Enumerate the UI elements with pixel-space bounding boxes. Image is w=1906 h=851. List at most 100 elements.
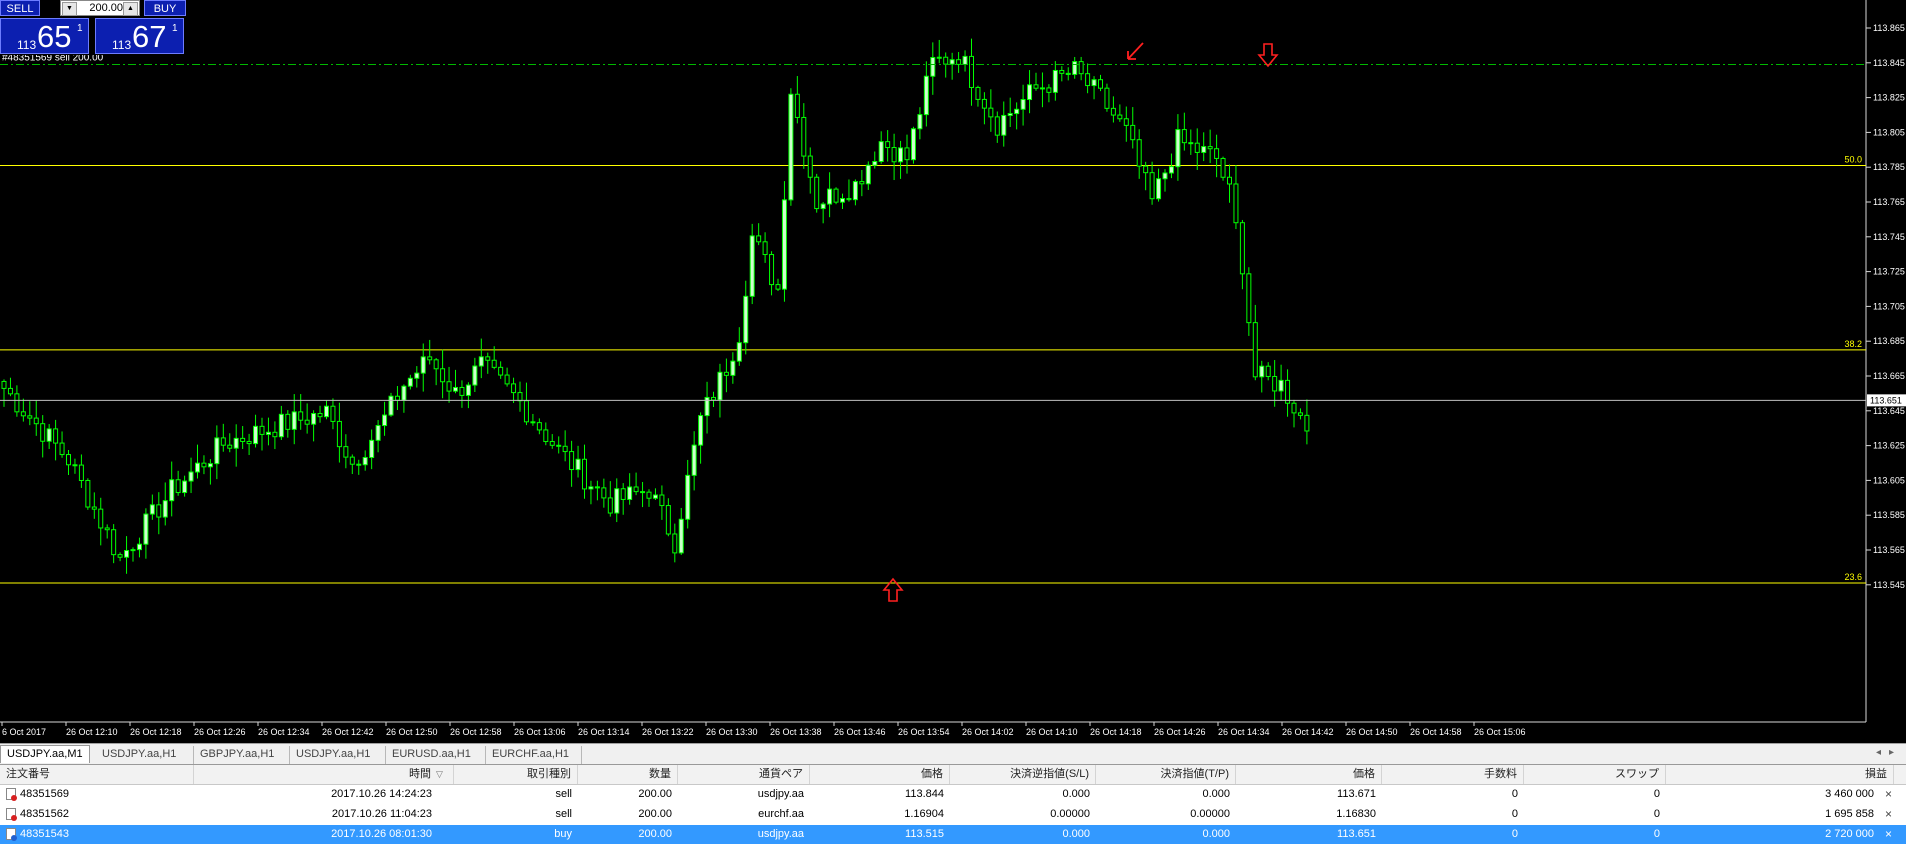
close-position-icon[interactable]: × bbox=[1885, 785, 1892, 804]
sell-price-fraction: 1 bbox=[77, 23, 83, 34]
table-row[interactable]: 48351543 2017.10.26 08:01:30 buy 200.00 … bbox=[0, 825, 1906, 844]
candle bbox=[910, 126, 916, 164]
sl-cell[interactable]: 0.000 bbox=[950, 825, 1096, 844]
swap-cell: 0 bbox=[1653, 828, 1660, 840]
tab-usdjpy-h1-2[interactable]: USDJPY.aa,H1 bbox=[290, 746, 386, 764]
chart-background bbox=[0, 0, 1906, 742]
candle bbox=[388, 392, 394, 417]
tab-eurchf-h1[interactable]: EURCHF.aa,H1 bbox=[486, 746, 582, 764]
close-position-icon[interactable]: × bbox=[1885, 805, 1892, 824]
price-tick-label: 113.785 bbox=[1873, 162, 1905, 172]
time-tick-label: 26 Oct 12:58 bbox=[450, 727, 502, 737]
tab-usdjpy-m1[interactable]: USDJPY.aa,M1 bbox=[0, 745, 90, 763]
commission-cell: 0 bbox=[1511, 788, 1518, 800]
tab-usdjpy-h1[interactable]: USDJPY.aa,H1 bbox=[96, 746, 194, 764]
tab-gbpjpy-h1[interactable]: GBPJPY.aa,H1 bbox=[194, 746, 290, 764]
tp-cell[interactable]: 0.000 bbox=[1096, 785, 1236, 804]
fib-level-label: 50.0 bbox=[1844, 154, 1862, 164]
ticket-cell: 48351569 bbox=[0, 785, 194, 804]
table-row[interactable]: 48351562 2017.10.26 11:04:23 sell 200.00… bbox=[0, 805, 1906, 824]
time-tick-label: 26 Oct 13:14 bbox=[578, 727, 630, 737]
price-tick-label: 113.545 bbox=[1873, 580, 1905, 590]
price-tick-label: 113.685 bbox=[1873, 336, 1905, 346]
profit-cell: 1 695 858 bbox=[1825, 808, 1874, 820]
commission-cell: 0 bbox=[1511, 828, 1518, 840]
sl-cell[interactable]: 0.00000 bbox=[950, 805, 1096, 824]
time-cell: 2017.10.26 14:24:23 bbox=[331, 788, 432, 800]
time-tick-label: 26 Oct 12:10 bbox=[66, 727, 118, 737]
current-price-cell: 1.16830 bbox=[1336, 808, 1376, 820]
commission-cell: 0 bbox=[1511, 808, 1518, 820]
current-price-cell: 113.651 bbox=[1337, 828, 1376, 840]
lot-increase-icon[interactable]: ▲ bbox=[123, 2, 138, 16]
candle bbox=[788, 88, 794, 206]
time-tick-label: 26 Oct 14:18 bbox=[1090, 727, 1142, 737]
price-tick-label: 113.665 bbox=[1873, 371, 1905, 381]
col-commission[interactable]: 手数料 bbox=[1382, 765, 1524, 784]
price-tick-label: 113.845 bbox=[1873, 58, 1905, 68]
tp-cell[interactable]: 0.00000 bbox=[1096, 805, 1236, 824]
col-type[interactable]: 取引種別 bbox=[454, 765, 578, 784]
one-click-trading-panel: SELL ▼ 200.00 ▲ BUY 113 65 1 113 67 1 bbox=[0, 0, 186, 55]
time-tick-label: 26 Oct 12:42 bbox=[322, 727, 374, 737]
buy-price-panel[interactable]: 113 67 1 bbox=[95, 18, 184, 54]
ticket-cell: 48351543 bbox=[0, 825, 194, 844]
current-price-label: 113.651 bbox=[1870, 395, 1902, 405]
col-size[interactable]: 数量 bbox=[578, 765, 678, 784]
price-tick-label: 113.765 bbox=[1873, 197, 1905, 207]
sort-arrow-icon[interactable]: ▽ bbox=[436, 765, 443, 784]
tab-eurusd-h1[interactable]: EURUSD.aa,H1 bbox=[386, 746, 486, 764]
close-position-icon[interactable]: × bbox=[1885, 825, 1892, 844]
order-icon bbox=[6, 808, 17, 822]
price-tick-label: 113.625 bbox=[1873, 441, 1905, 451]
time-tick-label: 26 Oct 13:54 bbox=[898, 727, 950, 737]
price-cell: 113.844 bbox=[905, 788, 944, 800]
swap-cell: 0 bbox=[1653, 808, 1660, 820]
time-tick-label: 26 Oct 14:02 bbox=[962, 727, 1014, 737]
buy-button[interactable]: BUY bbox=[144, 0, 186, 16]
col-symbol[interactable]: 通貨ペア bbox=[678, 765, 810, 784]
ticket-cell: 48351562 bbox=[0, 805, 194, 824]
tp-cell[interactable]: 0.000 bbox=[1096, 825, 1236, 844]
candle bbox=[833, 187, 839, 205]
col-price[interactable]: 価格 bbox=[810, 765, 950, 784]
col-ticket[interactable]: 注文番号 bbox=[0, 765, 194, 784]
lot-size-value[interactable]: 200.00 bbox=[77, 1, 123, 15]
time-tick-label: 26 Oct 12:50 bbox=[386, 727, 438, 737]
sell-button[interactable]: SELL bbox=[0, 0, 40, 16]
price-tick-label: 113.805 bbox=[1873, 127, 1905, 137]
order-icon bbox=[6, 828, 17, 842]
time-cell: 2017.10.26 11:04:23 bbox=[331, 808, 432, 820]
col-profit[interactable]: 損益 bbox=[1666, 765, 1894, 784]
col-sl[interactable]: 決済逆指値(S/L) bbox=[950, 765, 1096, 784]
lot-size-input[interactable]: ▼ 200.00 ▲ bbox=[60, 0, 140, 16]
time-tick-label: 26 Oct 14:26 bbox=[1154, 727, 1206, 737]
current-price-box: 113.651 bbox=[1867, 394, 1906, 407]
sell-price-pips: 65 bbox=[37, 19, 72, 54]
tab-scroll-icon[interactable]: ◂▸ bbox=[1876, 747, 1902, 758]
price-tick-label: 113.645 bbox=[1873, 406, 1905, 416]
price-tick-label: 113.725 bbox=[1873, 267, 1905, 277]
lot-decrease-icon[interactable]: ▼ bbox=[62, 2, 77, 16]
col-time[interactable]: 時間 bbox=[194, 765, 454, 784]
price-chart[interactable]: 50.038.223.6 #48351569 sell 200.00 113.6… bbox=[0, 0, 1906, 742]
price-tick-label: 113.565 bbox=[1873, 545, 1905, 555]
table-row[interactable]: 48351569 2017.10.26 14:24:23 sell 200.00… bbox=[0, 785, 1906, 804]
col-tp[interactable]: 決済指値(T/P) bbox=[1096, 765, 1236, 784]
buy-price-pips: 67 bbox=[132, 19, 167, 54]
symbol-tabs: USDJPY.aa,M1 USDJPY.aa,H1 GBPJPY.aa,H1 U… bbox=[0, 743, 1906, 764]
sell-price-panel[interactable]: 113 65 1 bbox=[0, 18, 89, 54]
price-tick-label: 113.605 bbox=[1873, 475, 1905, 485]
size-cell: 200.00 bbox=[638, 788, 672, 800]
candle bbox=[1104, 83, 1110, 112]
time-tick-label: 26 Oct 12:18 bbox=[130, 727, 182, 737]
sl-cell[interactable]: 0.000 bbox=[950, 785, 1096, 804]
col-swap[interactable]: スワップ bbox=[1524, 765, 1666, 784]
col-current-price[interactable]: 価格 bbox=[1236, 765, 1382, 784]
candle bbox=[749, 223, 755, 305]
size-cell: 200.00 bbox=[638, 828, 672, 840]
time-tick-label: 26 Oct 13:46 bbox=[834, 727, 886, 737]
profit-cell: 3 460 000 bbox=[1825, 788, 1874, 800]
fib-level-label: 38.2 bbox=[1844, 339, 1862, 349]
size-cell: 200.00 bbox=[638, 808, 672, 820]
